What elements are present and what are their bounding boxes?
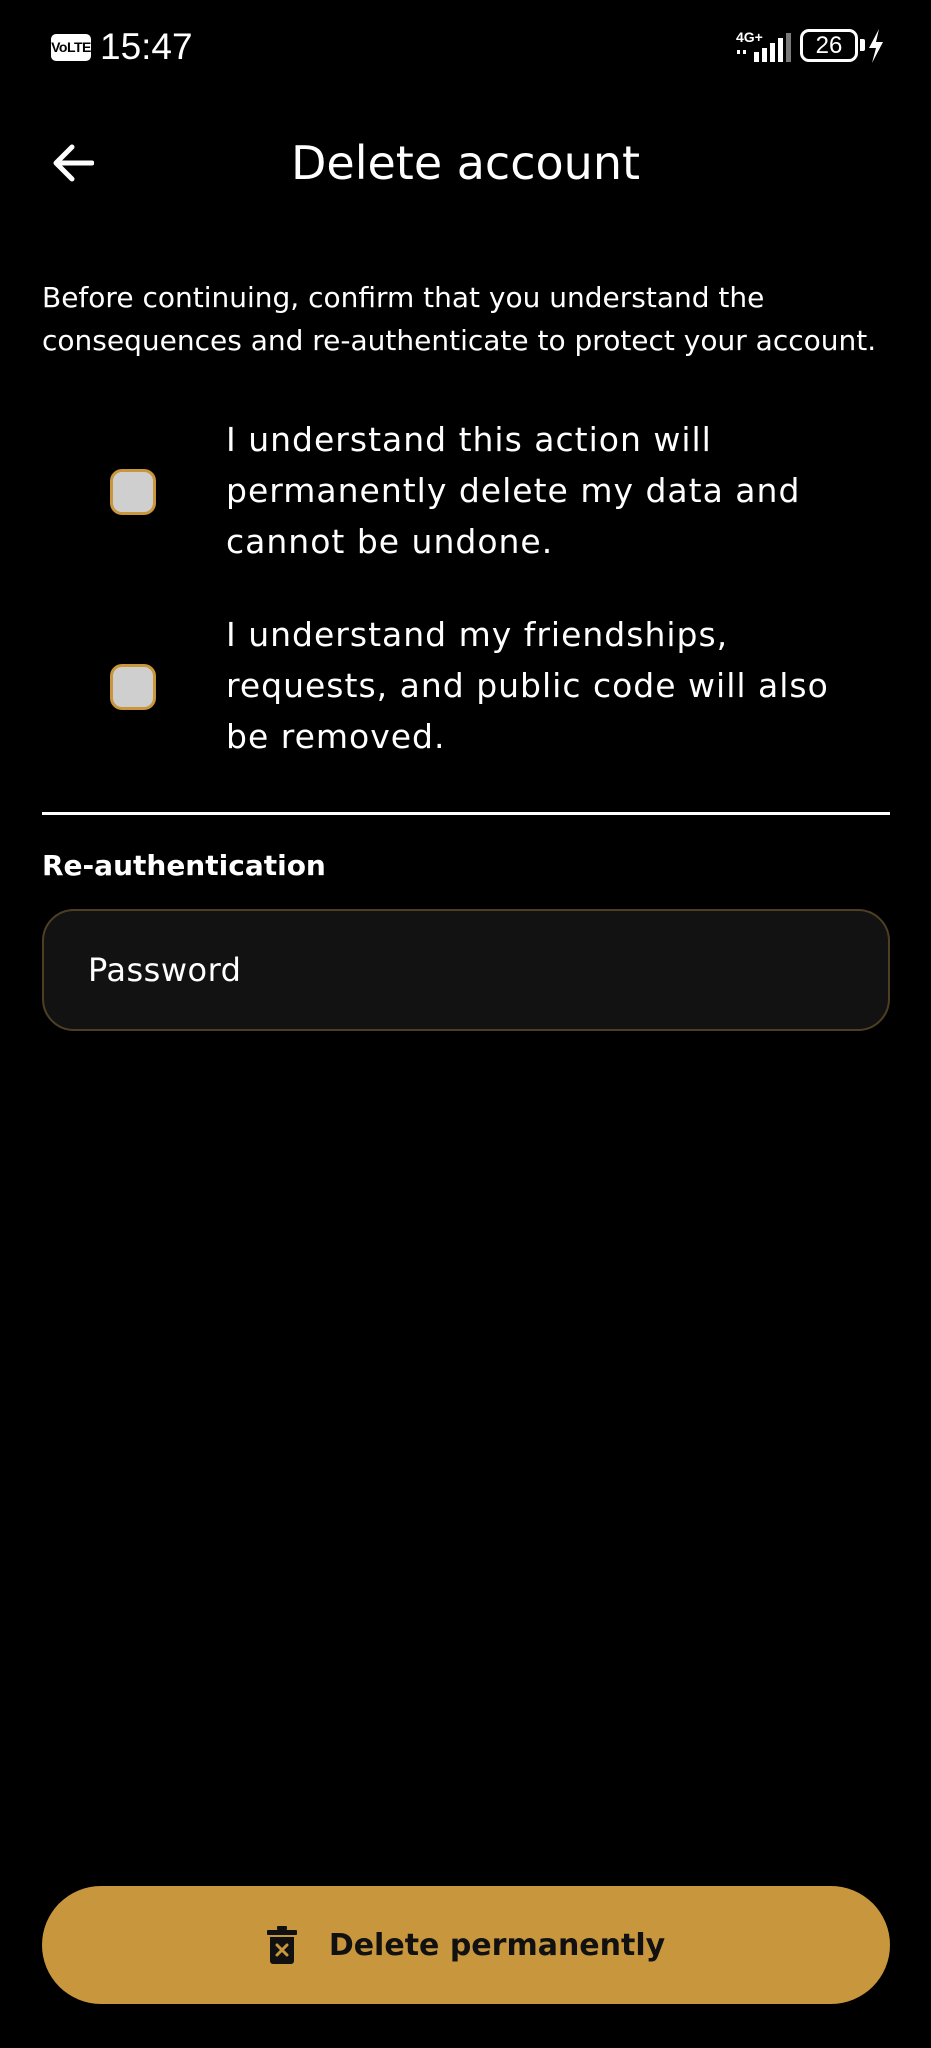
confirm-friendships-removal-label: I understand my friendships, requests, a… <box>226 615 829 756</box>
battery-tip <box>860 39 865 51</box>
confirm-data-deletion-row[interactable]: I understand this action will permanentl… <box>42 414 890 574</box>
charging-icon <box>869 29 883 63</box>
reauth-section-label: Re-authentication <box>42 849 326 882</box>
page-title: Delete account <box>290 136 641 190</box>
divider <box>42 812 890 815</box>
volte-icon: VoLTE <box>51 34 91 61</box>
trash-icon <box>266 1926 297 1964</box>
confirm-data-deletion-label: I understand this action will permanentl… <box>226 420 801 561</box>
status-bar: VoLTE 15:47 4G+ 26 <box>0 0 931 96</box>
battery-icon: 26 <box>800 29 858 62</box>
confirm-friendships-removal-checkbox[interactable] <box>110 664 156 710</box>
password-input[interactable] <box>42 909 890 1031</box>
confirm-friendships-removal-row[interactable]: I understand my friendships, requests, a… <box>42 609 890 769</box>
delete-permanently-label: Delete permanently <box>328 1927 666 1963</box>
intro-text: Before continuing, confirm that you unde… <box>42 281 877 357</box>
signal-icon: 4G+ <box>736 29 791 62</box>
delete-permanently-button[interactable]: Delete permanently <box>42 1886 890 2004</box>
confirm-data-deletion-checkbox[interactable] <box>110 469 156 515</box>
status-time: 15:47 <box>100 26 193 67</box>
network-type: 4G+ <box>736 29 763 45</box>
